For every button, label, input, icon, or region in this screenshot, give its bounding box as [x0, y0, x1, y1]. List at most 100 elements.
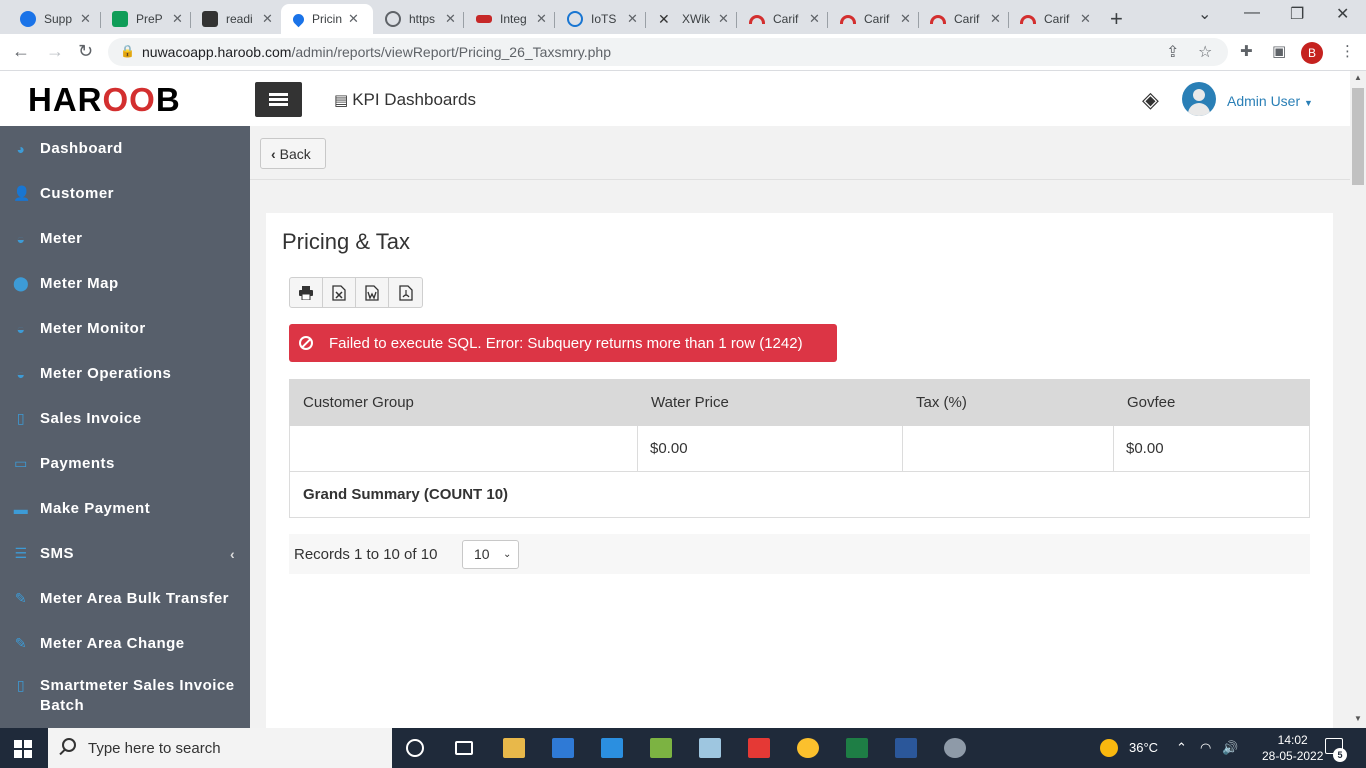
page-size-select[interactable]: 10 ⌄: [462, 540, 519, 569]
back-button[interactable]: ‹ Back: [260, 138, 326, 169]
browser-tab[interactable]: Carif ✕: [918, 4, 1008, 34]
browser-tab[interactable]: https ✕: [373, 4, 463, 34]
sidebar-item-meter-map[interactable]: ⬤ Meter Map: [0, 261, 250, 306]
sidebar-item-payments[interactable]: ▭ Payments: [0, 441, 250, 486]
scrollbar-thumb[interactable]: [1352, 88, 1364, 185]
sidebar-item-smartmeter-sales-invoice-batch[interactable]: ▯ Smartmeter Sales Invoice Batch: [0, 671, 250, 721]
browser-tab[interactable]: readi ✕: [190, 4, 280, 34]
user-avatar[interactable]: [1182, 82, 1216, 116]
forward-arrow-icon[interactable]: →: [46, 41, 64, 62]
column-header-customer-group[interactable]: Customer Group: [289, 379, 638, 426]
paint-icon[interactable]: [944, 738, 966, 758]
sidebar-item-meter-area-bulk-transfer[interactable]: ✎ Meter Area Bulk Transfer: [0, 576, 250, 621]
column-header-govfee[interactable]: Govfee: [1113, 379, 1310, 426]
tab-close-icon[interactable]: ✕: [718, 11, 729, 27]
tab-close-icon[interactable]: ✕: [348, 11, 359, 27]
word-icon[interactable]: [895, 738, 917, 758]
new-tab-icon[interactable]: +: [1110, 6, 1123, 32]
close-window-icon[interactable]: ✕: [1336, 4, 1349, 24]
windows-start-icon[interactable]: [14, 740, 32, 758]
cortana-icon[interactable]: [406, 739, 424, 757]
grand-summary: Grand Summary (COUNT 10): [289, 471, 1310, 518]
sheets-app-icon[interactable]: [650, 738, 672, 758]
browser-tab-active[interactable]: Pricin ✕: [281, 4, 373, 34]
file-icon: ▯: [16, 410, 26, 426]
sidebar-item-dashboard[interactable]: ◕ Dashboard: [0, 126, 250, 171]
volume-icon[interactable]: 🔊: [1222, 740, 1238, 756]
address-bar[interactable]: 🔒 nuwacoapp.haroob.com/admin/reports/vie…: [108, 38, 1228, 66]
browser-tab[interactable]: IoTS ✕: [555, 4, 645, 34]
side-panel-icon[interactable]: ▣: [1272, 42, 1286, 60]
scroll-down-icon[interactable]: ▼: [1354, 714, 1362, 723]
sidebar-item-meter-area-change[interactable]: ✎ Meter Area Change: [0, 621, 250, 666]
sidebar-toggle-button[interactable]: [255, 82, 302, 117]
sidebar-item-meter-monitor[interactable]: ◒ Meter Monitor: [0, 306, 250, 351]
tab-close-icon[interactable]: ✕: [445, 11, 456, 27]
chrome-icon[interactable]: [797, 738, 819, 758]
back-arrow-icon[interactable]: ←: [12, 41, 30, 62]
browser-tab[interactable]: Carif ✕: [737, 4, 827, 34]
tab-close-icon[interactable]: ✕: [262, 11, 273, 27]
tab-close-icon[interactable]: ✕: [990, 11, 1001, 27]
restore-icon[interactable]: ❐: [1290, 4, 1304, 24]
tab-close-icon[interactable]: ✕: [627, 11, 638, 27]
browser-tab[interactable]: PreP ✕: [100, 4, 190, 34]
anydesk-icon[interactable]: [748, 738, 770, 758]
tab-close-icon[interactable]: ✕: [1080, 11, 1091, 27]
browser-menu-icon[interactable]: ⋮: [1340, 42, 1355, 60]
column-header-water-price[interactable]: Water Price: [637, 379, 903, 426]
share-icon[interactable]: ⇪: [1166, 42, 1179, 62]
browser-tab[interactable]: ✕ XWik ✕: [646, 4, 736, 34]
sidebar-item-sales-invoice[interactable]: ▯ Sales Invoice: [0, 396, 250, 441]
sidebar-item-meter-operations[interactable]: ◒ Meter Operations: [0, 351, 250, 396]
profile-avatar[interactable]: B: [1301, 42, 1323, 64]
column-header-tax[interactable]: Tax (%): [902, 379, 1114, 426]
browser-tab[interactable]: Carif ✕: [828, 4, 918, 34]
file-explorer-icon[interactable]: [503, 738, 525, 758]
tab-search-icon[interactable]: ⌄: [1198, 4, 1211, 24]
tab-close-icon[interactable]: ✕: [172, 11, 183, 27]
sidebar-item-make-payment[interactable]: ▬ Make Payment: [0, 486, 250, 531]
taskbar-search-box[interactable]: Type here to search: [48, 728, 392, 768]
minimize-icon[interactable]: —: [1244, 4, 1260, 22]
sidebar-item-customer[interactable]: 👤 Customer: [0, 171, 250, 216]
page-scrollbar[interactable]: ▲ ▼: [1350, 71, 1366, 728]
temperature[interactable]: 36°C: [1129, 740, 1158, 755]
wifi-icon[interactable]: ◠: [1200, 740, 1211, 756]
show-hidden-icons-icon[interactable]: ⌃: [1176, 740, 1187, 756]
mail-icon[interactable]: [601, 738, 623, 758]
task-view-icon[interactable]: [455, 741, 473, 755]
print-button[interactable]: [290, 278, 323, 307]
notification-count: 5: [1333, 748, 1347, 762]
export-excel-button[interactable]: [323, 278, 356, 307]
kpi-dashboards-link[interactable]: ▤ KPI Dashboards: [334, 90, 476, 110]
bookmark-star-icon[interactable]: ☆: [1198, 42, 1212, 62]
export-word-button[interactable]: [356, 278, 389, 307]
scroll-up-icon[interactable]: ▲: [1354, 73, 1362, 82]
notes-app-icon[interactable]: [699, 738, 721, 758]
tab-close-icon[interactable]: ✕: [536, 11, 547, 27]
cell-govfee: $0.00: [1113, 425, 1310, 472]
haroob-logo[interactable]: HAROOB: [28, 81, 181, 119]
tag-icon[interactable]: ◈: [1142, 87, 1159, 113]
tab-close-icon[interactable]: ✕: [900, 11, 911, 27]
taskbar-clock[interactable]: 14:02 28-05-2022: [1262, 732, 1323, 764]
tab-close-icon[interactable]: ✕: [80, 11, 91, 27]
store-icon[interactable]: [552, 738, 574, 758]
weather-icon[interactable]: [1100, 739, 1118, 757]
browser-tab[interactable]: Carif ✕: [1008, 4, 1098, 34]
user-menu[interactable]: Admin User ▼: [1227, 93, 1313, 109]
export-pdf-button[interactable]: [389, 278, 422, 307]
tab-close-icon[interactable]: ✕: [809, 11, 820, 27]
edit-icon: ✎: [14, 590, 28, 606]
gauge-icon: ◒: [16, 320, 26, 337]
money-icon: ▭: [14, 455, 28, 471]
browser-tab[interactable]: Integ ✕: [464, 4, 554, 34]
sidebar-item-sms[interactable]: ☰ SMS ‹: [0, 531, 250, 576]
excel-icon[interactable]: [846, 738, 868, 758]
reload-icon[interactable]: ↻: [78, 41, 93, 62]
browser-tab[interactable]: Supp ✕: [8, 4, 98, 34]
extensions-icon[interactable]: ✚: [1240, 42, 1253, 60]
chevron-down-icon: ⌄: [503, 549, 512, 560]
sidebar-item-meter[interactable]: ◒ Meter: [0, 216, 250, 261]
